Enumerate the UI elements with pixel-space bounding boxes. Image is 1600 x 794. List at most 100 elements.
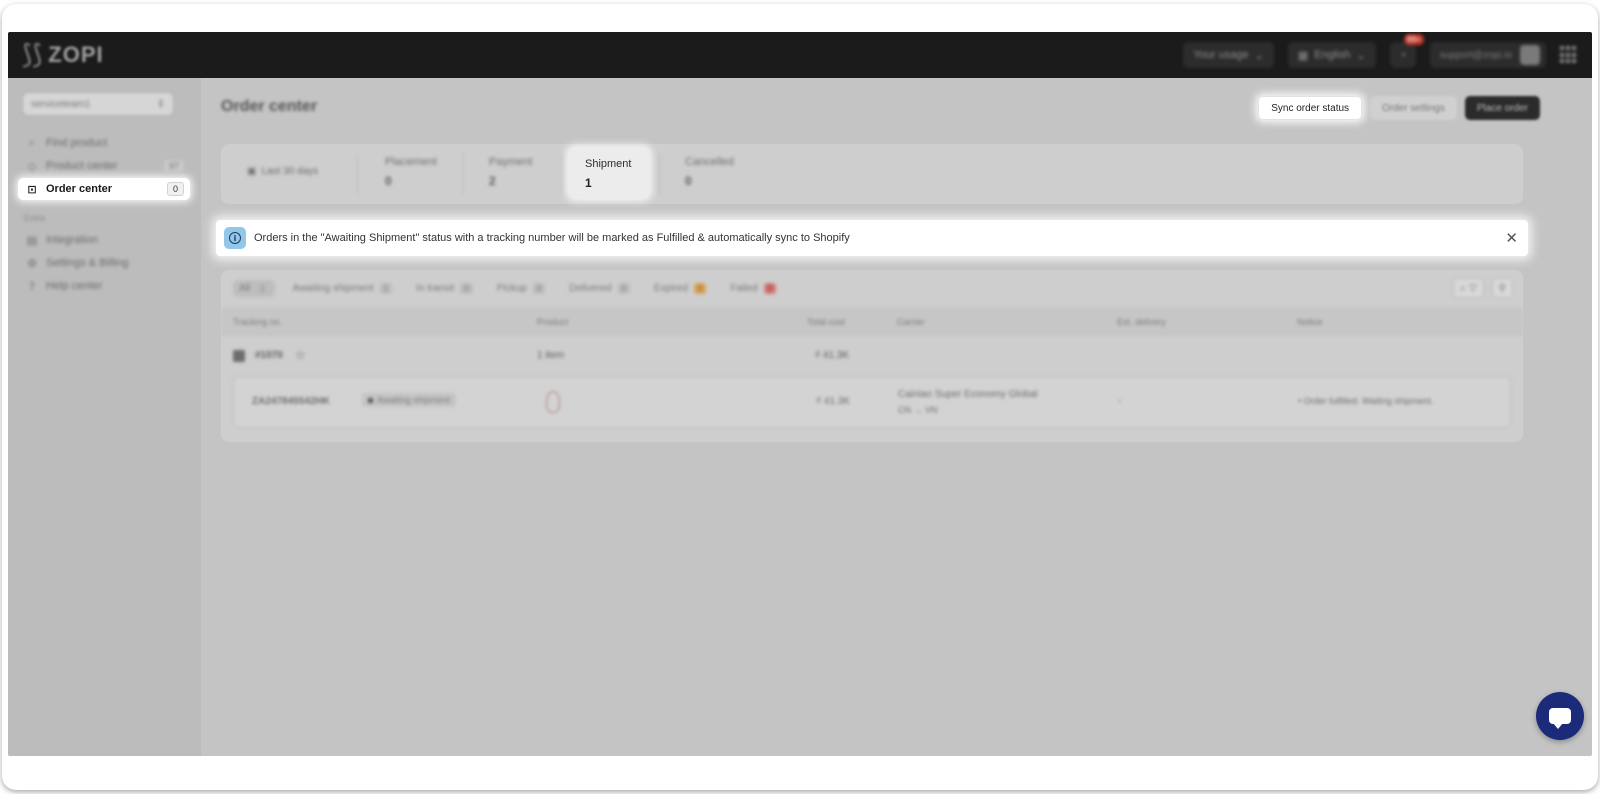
stat-payment[interactable]: Payment 2: [489, 156, 532, 188]
usage-dropdown[interactable]: Your usage ⌄: [1183, 42, 1274, 68]
divider: [561, 154, 562, 194]
column-header: Product: [537, 317, 569, 327]
account-email: support@zopi.io: [1439, 49, 1512, 61]
place-order-button[interactable]: Place order: [1464, 96, 1540, 120]
column-header: Notice: [1297, 317, 1323, 327]
shipment-total: ₫ 41.3K: [816, 396, 851, 407]
sidebar-item-label: Settings & Billing: [46, 257, 129, 269]
language-label: English: [1314, 49, 1351, 61]
tab-in-transit[interactable]: In transit 0: [410, 280, 479, 297]
info-icon: i: [224, 227, 246, 249]
tab-pickup[interactable]: Pickup 0: [491, 280, 551, 297]
main-content: Order center Sync order status Order set…: [201, 78, 1592, 756]
sidebar-item-integration[interactable]: ▤ Integration: [18, 229, 190, 251]
store-select[interactable]: serviceteam1 ⇕: [22, 92, 174, 116]
language-dropdown[interactable]: ▦ English ⌄: [1287, 42, 1376, 68]
account-menu[interactable]: support@zopi.io: [1429, 42, 1546, 68]
tab-label: Awaiting shipment: [292, 283, 374, 294]
tab-count: 1: [256, 283, 269, 294]
settings-icon: ⚲: [1498, 282, 1506, 294]
sidebar-item-find-product[interactable]: ⌕ Find product: [18, 132, 190, 154]
sidebar-item-label: Integration: [46, 234, 98, 246]
tab-label: Failed: [730, 283, 758, 294]
search-icon: ⌕: [28, 136, 36, 149]
stat-value: 0: [385, 174, 392, 188]
tab-delivered[interactable]: Delivered 0: [563, 280, 636, 297]
carrier-route: CN → VN: [898, 405, 938, 415]
orders-table-card: All 1 Awaiting shipment 1 In transit 0 P…: [221, 270, 1523, 442]
tab-label: Expired: [654, 283, 688, 294]
sidebar-item-label: Find product: [46, 137, 108, 149]
table-tools: ⌕ ▽ ⚲: [1453, 278, 1513, 298]
notice-text: • Order fulfilled. Waiting shipment.: [1298, 396, 1434, 406]
sidebar-item-settings-billing[interactable]: ⚙ Settings & Billing: [18, 252, 190, 274]
stat-label: Cancelled: [685, 156, 734, 168]
order-id[interactable]: #1070: [255, 350, 283, 361]
close-icon[interactable]: ✕: [1505, 229, 1518, 247]
order-settings-button[interactable]: Order settings: [1370, 96, 1457, 120]
tab-failed[interactable]: Failed 0: [724, 280, 782, 297]
status-dot-icon: [368, 397, 373, 403]
order-product: 1 item: [537, 350, 565, 361]
sync-order-status-button[interactable]: Sync order status: [1258, 96, 1363, 120]
search-icon: ⌕: [1460, 282, 1466, 294]
apps-grid-icon[interactable]: [1560, 46, 1578, 64]
column-settings-button[interactable]: ⚲: [1491, 278, 1513, 298]
star-icon[interactable]: ☆: [295, 348, 306, 362]
help-icon: ?: [29, 279, 35, 293]
tab-count: 1: [379, 283, 393, 294]
tracking-number[interactable]: ZA247845542HK: [252, 396, 330, 407]
inbox-icon: ⊡: [27, 182, 37, 196]
notification-button[interactable]: ◔ 99+: [1389, 34, 1424, 68]
status-filter-tabs: All 1 Awaiting shipment 1 In transit 0 P…: [233, 280, 782, 297]
notice-label: Order fulfilled. Waiting shipment.: [1303, 396, 1434, 406]
table-header: Tracking no. Product Total cost Carrier …: [221, 308, 1523, 336]
tab-count: 0: [693, 283, 707, 294]
top-bar-actions: Your usage ⌄ ▦ English ⌄ ◔ 99+ support@z…: [1183, 34, 1578, 68]
stat-shipment[interactable]: Shipment 1: [569, 148, 649, 198]
column-header: Total cost: [807, 317, 846, 327]
info-banner-text: Orders in the "Awaiting Shipment" status…: [254, 232, 850, 244]
tab-all[interactable]: All 1: [233, 280, 275, 297]
sidebar-nav: ⌕ Find product ◇ Product center 97 ⊡ Ord…: [18, 132, 190, 298]
sidebar: serviceteam1 ⇕ ⌕ Find product ◇ Product …: [8, 78, 201, 756]
page-actions: Sync order status Order settings Place o…: [1258, 96, 1540, 120]
chat-icon: [1549, 708, 1571, 729]
tab-expired[interactable]: Expired 0: [648, 280, 712, 297]
stat-cancelled[interactable]: Cancelled 0: [685, 156, 734, 188]
order-total: ₫ 41.3K: [815, 350, 850, 361]
shopify-icon: [233, 350, 245, 362]
table-row[interactable]: #1070 ☆ 1 item ₫ 41.3K: [221, 336, 1523, 376]
tab-awaiting-shipment[interactable]: Awaiting shipment 1: [287, 280, 398, 297]
order-stats-card: ▣ Last 30 days Placement 0 Payment 2 Shi…: [221, 144, 1523, 204]
sidebar-item-order-center[interactable]: ⊡ Order center 0: [18, 178, 190, 200]
carrier-name: Cainiao Super Economy Global: [898, 389, 1038, 400]
brand-logo[interactable]: ⟆⟆ ZOPI: [22, 40, 104, 70]
sidebar-item-help-center[interactable]: ? Help center: [18, 275, 190, 297]
date-range-selector[interactable]: ▣ Last 30 days: [247, 166, 318, 177]
search-filter-button[interactable]: ⌕ ▽: [1453, 278, 1484, 298]
page-title: Order center: [221, 98, 318, 115]
sidebar-item-label: Help center: [46, 280, 103, 292]
avatar: [1520, 45, 1540, 65]
sidebar-section-label: Extra: [24, 213, 46, 223]
integration-icon: ▤: [26, 233, 38, 247]
brand-name: ZOPI: [48, 42, 104, 67]
stat-value: 0: [685, 174, 692, 188]
chat-button[interactable]: [1536, 692, 1584, 740]
stat-value: 1: [585, 176, 592, 190]
status-badge-label: Awaiting shipment: [377, 395, 450, 405]
status-badge: Awaiting shipment: [362, 393, 456, 407]
stat-value: 2: [489, 174, 496, 188]
est-delivery: -: [1118, 396, 1122, 407]
shipment-row[interactable]: ZA247845542HK Awaiting shipment ₫ 41.3K …: [233, 376, 1511, 428]
top-bar: ⟆⟆ ZOPI Your usage ⌄ ▦ English ⌄ ◔ 99+ s…: [8, 32, 1592, 78]
filter-icon: ▽: [1468, 282, 1477, 294]
tab-label: In transit: [416, 283, 455, 294]
usage-label: Your usage: [1193, 49, 1249, 61]
stat-placement[interactable]: Placement 0: [385, 156, 437, 188]
divider: [357, 154, 358, 194]
sidebar-item-product-center[interactable]: ◇ Product center 97: [18, 155, 190, 177]
notification-badge: 99+: [1404, 34, 1424, 45]
stat-label: Shipment: [585, 158, 632, 170]
